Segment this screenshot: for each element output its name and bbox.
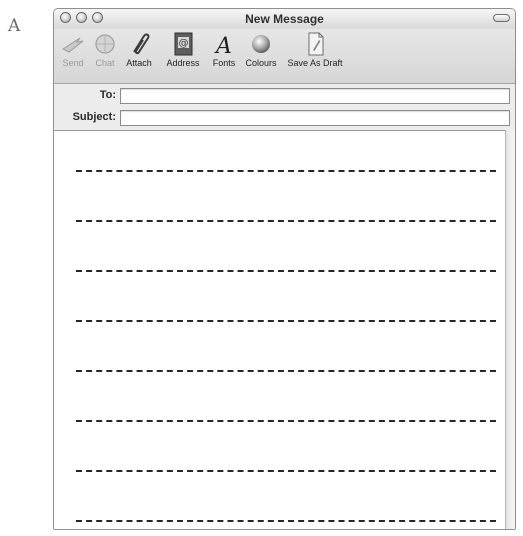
toolbar: Send Chat Attach @ Address A Fonts Colou… xyxy=(54,29,515,84)
save-as-draft-button[interactable]: Save As Draft xyxy=(282,32,348,68)
message-body[interactable] xyxy=(54,130,505,529)
address-book-icon: @ xyxy=(174,32,193,56)
chat-icon xyxy=(95,34,115,54)
message-header: To: Subject: xyxy=(54,84,515,130)
colours-icon xyxy=(252,35,270,53)
to-label: To: xyxy=(99,89,116,101)
fonts-icon: A xyxy=(214,34,232,56)
attach-label: Attach xyxy=(126,58,152,68)
ruled-line xyxy=(76,270,496,272)
colours-label: Colours xyxy=(245,58,277,68)
to-field[interactable] xyxy=(120,88,510,104)
subject-label: Subject: xyxy=(72,111,116,123)
ruled-line xyxy=(76,320,496,322)
address-label: Address xyxy=(166,58,200,68)
send-label: Send xyxy=(62,58,84,68)
save-as-draft-label: Save As Draft xyxy=(287,58,343,68)
svg-text:A: A xyxy=(214,34,232,56)
subject-field[interactable] xyxy=(120,110,510,126)
svg-text:@: @ xyxy=(179,38,189,49)
ruled-line xyxy=(76,420,496,422)
fonts-button[interactable]: A Fonts xyxy=(208,32,240,68)
ruled-line xyxy=(76,370,496,372)
paperclip-icon xyxy=(133,33,150,55)
ruled-line xyxy=(76,220,496,222)
fonts-label: Fonts xyxy=(212,58,236,68)
ruled-line xyxy=(76,520,496,522)
send-icon xyxy=(61,37,84,53)
title-bar[interactable]: New Message xyxy=(54,9,515,29)
window-title: New Message xyxy=(245,12,324,26)
draft-icon xyxy=(308,32,324,56)
chat-button[interactable]: Chat xyxy=(90,32,120,68)
toolbar-toggle-icon[interactable] xyxy=(493,14,510,22)
ruled-line xyxy=(76,170,496,172)
address-button[interactable]: @ Address xyxy=(161,32,205,68)
attach-button[interactable]: Attach xyxy=(120,32,158,68)
ruled-line xyxy=(76,470,496,472)
vertical-scrollbar[interactable] xyxy=(505,130,515,529)
figure-label: A xyxy=(8,16,21,36)
new-message-window: New Message Send Chat Attach @ Address A… xyxy=(53,8,516,530)
colours-button[interactable]: Colours xyxy=(242,32,280,68)
send-button[interactable]: Send xyxy=(58,32,88,68)
chat-label: Chat xyxy=(95,58,115,68)
